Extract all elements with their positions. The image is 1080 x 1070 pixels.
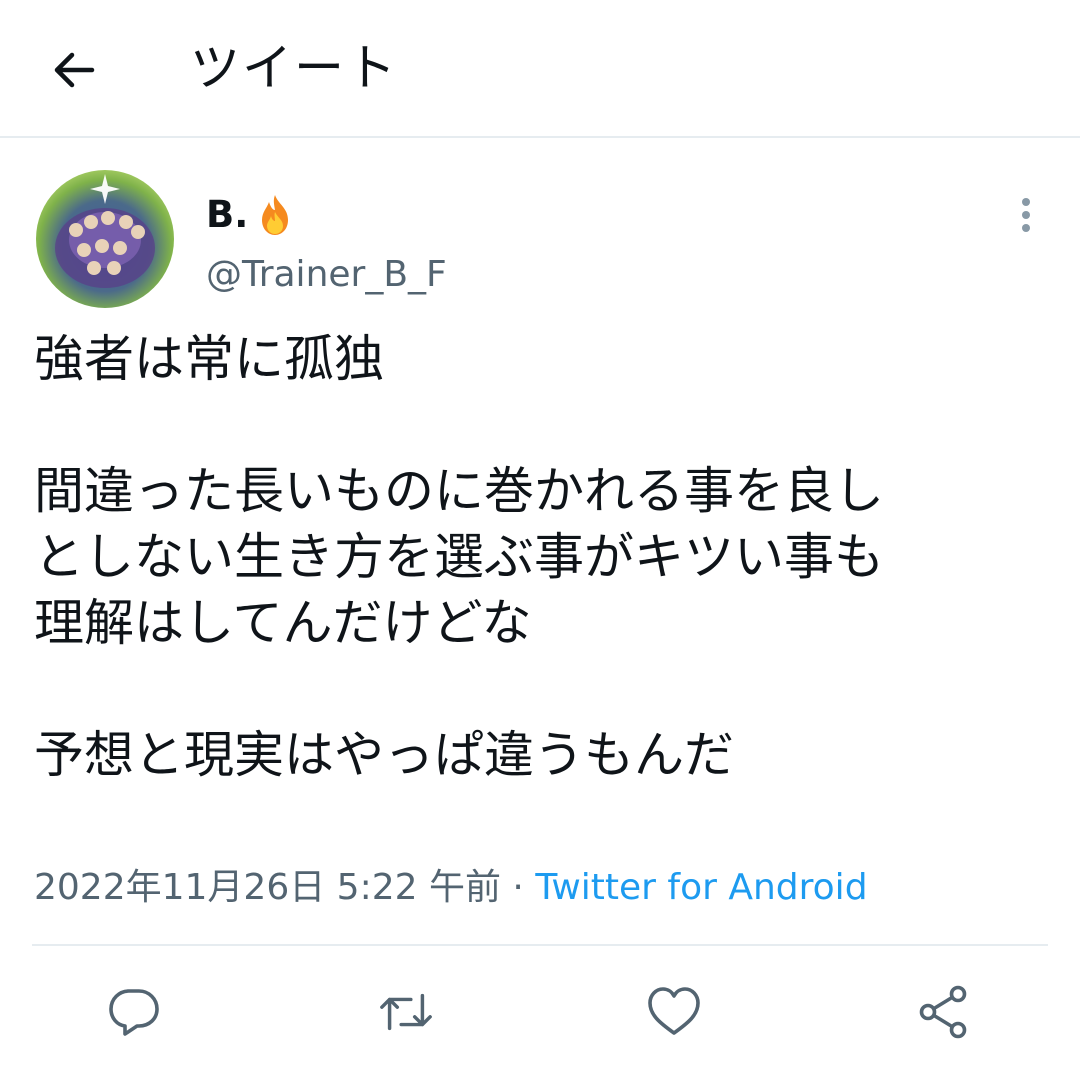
top-bar: ツイート xyxy=(0,0,1080,138)
tweet-meta: 2022年11月26日 5:22 午前 · Twitter for Androi… xyxy=(34,864,868,912)
heart-icon xyxy=(648,987,700,1035)
like-button[interactable] xyxy=(646,984,702,1040)
tweet-source-link[interactable]: Twitter for Android xyxy=(535,867,867,908)
meta-separator: · xyxy=(500,867,536,908)
retweet-button[interactable] xyxy=(378,984,434,1040)
tweet-text: 強者は常に孤独 間違った長いものに巻かれる事を良し としない生き方を選ぶ事がキツ… xyxy=(34,330,884,784)
share-button[interactable] xyxy=(916,984,972,1040)
more-options-button[interactable] xyxy=(1004,194,1048,238)
avatar-image xyxy=(36,170,174,308)
page-title: ツイート xyxy=(190,39,398,97)
retweet-icon xyxy=(380,993,432,1031)
divider xyxy=(32,944,1048,946)
more-vertical-icon xyxy=(1022,198,1030,232)
back-button[interactable] xyxy=(44,40,104,100)
fire-icon xyxy=(262,195,289,235)
tweet-timestamp[interactable]: 2022年11月26日 5:22 午前 xyxy=(34,867,501,908)
author-row[interactable]: B. xyxy=(206,192,298,238)
reply-button[interactable] xyxy=(106,984,162,1040)
reply-icon xyxy=(109,989,159,1036)
avatar[interactable] xyxy=(36,170,174,308)
arrow-left-icon xyxy=(54,52,95,88)
share-icon xyxy=(919,985,967,1039)
author-name: B. xyxy=(206,193,249,236)
author-handle[interactable]: @Trainer_B_F xyxy=(206,252,447,298)
